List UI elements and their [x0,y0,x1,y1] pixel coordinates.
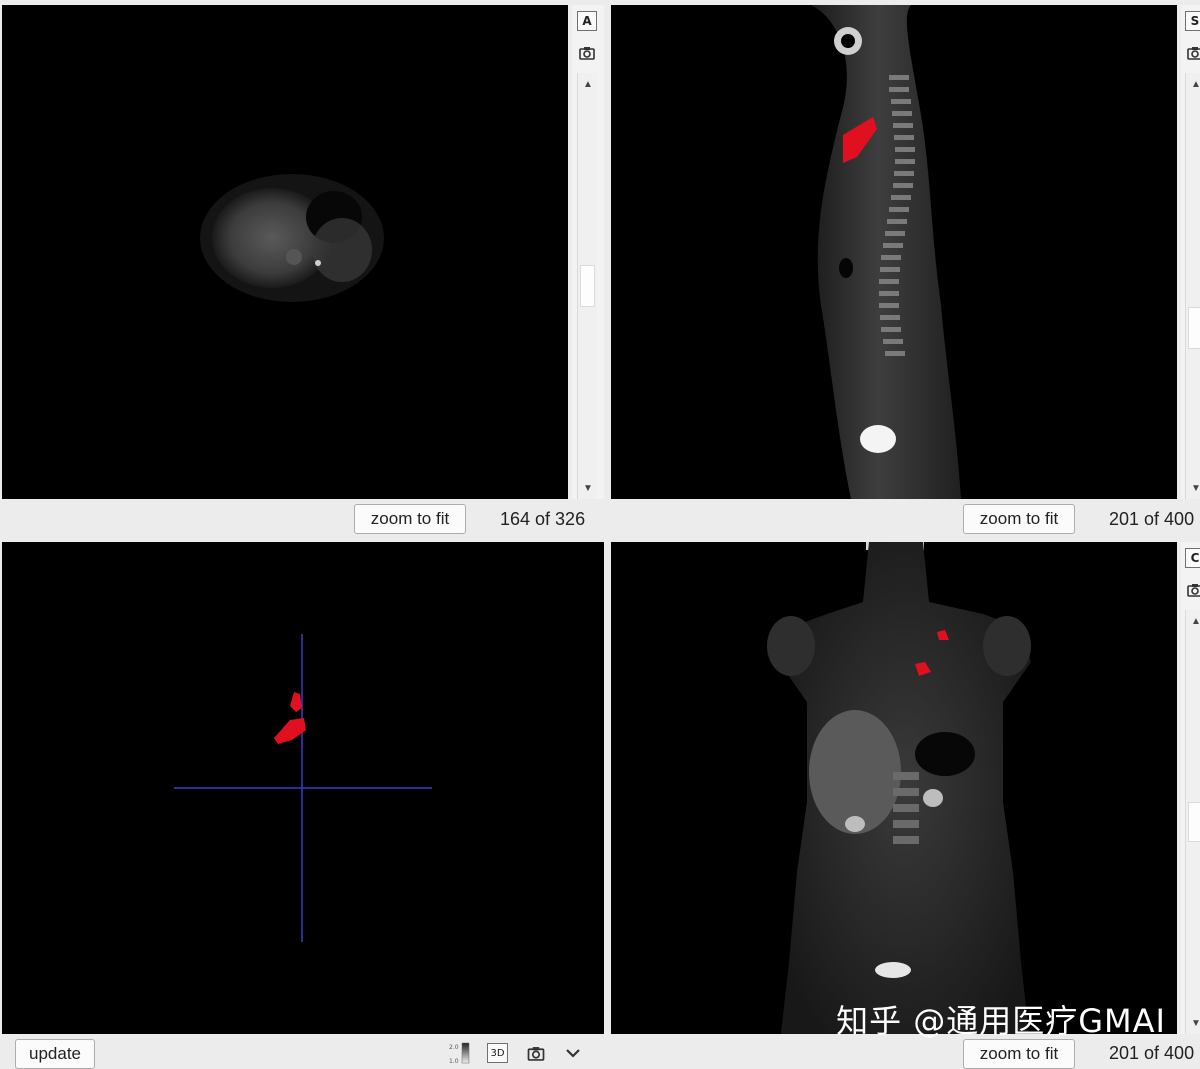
watermark: 知乎 @通用医疗GMAI [836,1002,1166,1040]
mode-3d-button[interactable]: 3D [487,1043,508,1063]
camera-icon[interactable] [577,43,597,63]
coronal-zoom-to-fit-button[interactable]: zoom to fit [963,1039,1075,1069]
axial-pet-image [200,174,384,302]
coronal-pet-image [767,542,1031,1034]
segmented-lesion-lower [274,718,306,744]
segmented-lesion-upper [290,692,302,712]
arrow-down-icon[interactable]: ▼ [1186,479,1200,497]
axial-scroll-thumb[interactable] [580,265,595,307]
camera-icon[interactable] [1185,580,1200,600]
arrow-up-icon[interactable]: ▲ [578,75,598,93]
sagittal-pet-image [811,5,961,499]
chevron-down-icon[interactable] [563,1044,583,1062]
axial-orientation-button[interactable]: A [577,11,597,31]
camera-icon[interactable] [1185,43,1200,63]
sagittal-slice-scrollbar[interactable]: ▲ ▼ [1185,73,1200,499]
colorbar-min: 1.0 [449,1058,459,1065]
arrow-down-icon[interactable]: ▼ [578,479,598,497]
coronal-scroll-thumb[interactable] [1188,802,1200,842]
sagittal-zoom-to-fit-button[interactable]: zoom to fit [963,504,1075,534]
render3d-image [174,634,432,942]
axial-zoom-to-fit-button[interactable]: zoom to fit [354,504,466,534]
sagittal-scroll-thumb[interactable] [1188,307,1200,349]
arrow-down-icon[interactable]: ▼ [1186,1014,1200,1032]
colorbar-max: 2.0 [449,1044,459,1051]
coronal-side-panel: C ▲ ▼ [1181,542,1200,1034]
camera-icon[interactable] [526,1044,546,1062]
update-button[interactable]: update [15,1039,95,1069]
axial-slice-counter: 164 of 326 [500,509,586,529]
render3d-viewport[interactable] [2,542,604,1034]
coronal-slice-counter: 201 of 400 [1109,1043,1195,1063]
coronal-orientation-button[interactable]: C [1185,548,1200,568]
coronal-slice-scrollbar[interactable]: ▲ ▼ [1185,610,1200,1034]
axial-side-panel: A ▲ ▼ [572,5,604,499]
sagittal-viewport[interactable] [611,5,1177,499]
axial-slice-scrollbar[interactable]: ▲ ▼ [577,73,597,499]
colorbar-icon[interactable]: 2.0 1.0 [449,1041,471,1065]
sagittal-orientation-button[interactable]: S [1185,11,1200,31]
sagittal-slice-counter: 201 of 400 [1109,509,1195,529]
axial-viewport[interactable] [2,5,568,499]
sagittal-side-panel: S ▲ ▼ [1181,5,1200,499]
arrow-up-icon[interactable]: ▲ [1186,612,1200,630]
coronal-viewport[interactable] [611,542,1177,1034]
arrow-up-icon[interactable]: ▲ [1186,75,1200,93]
